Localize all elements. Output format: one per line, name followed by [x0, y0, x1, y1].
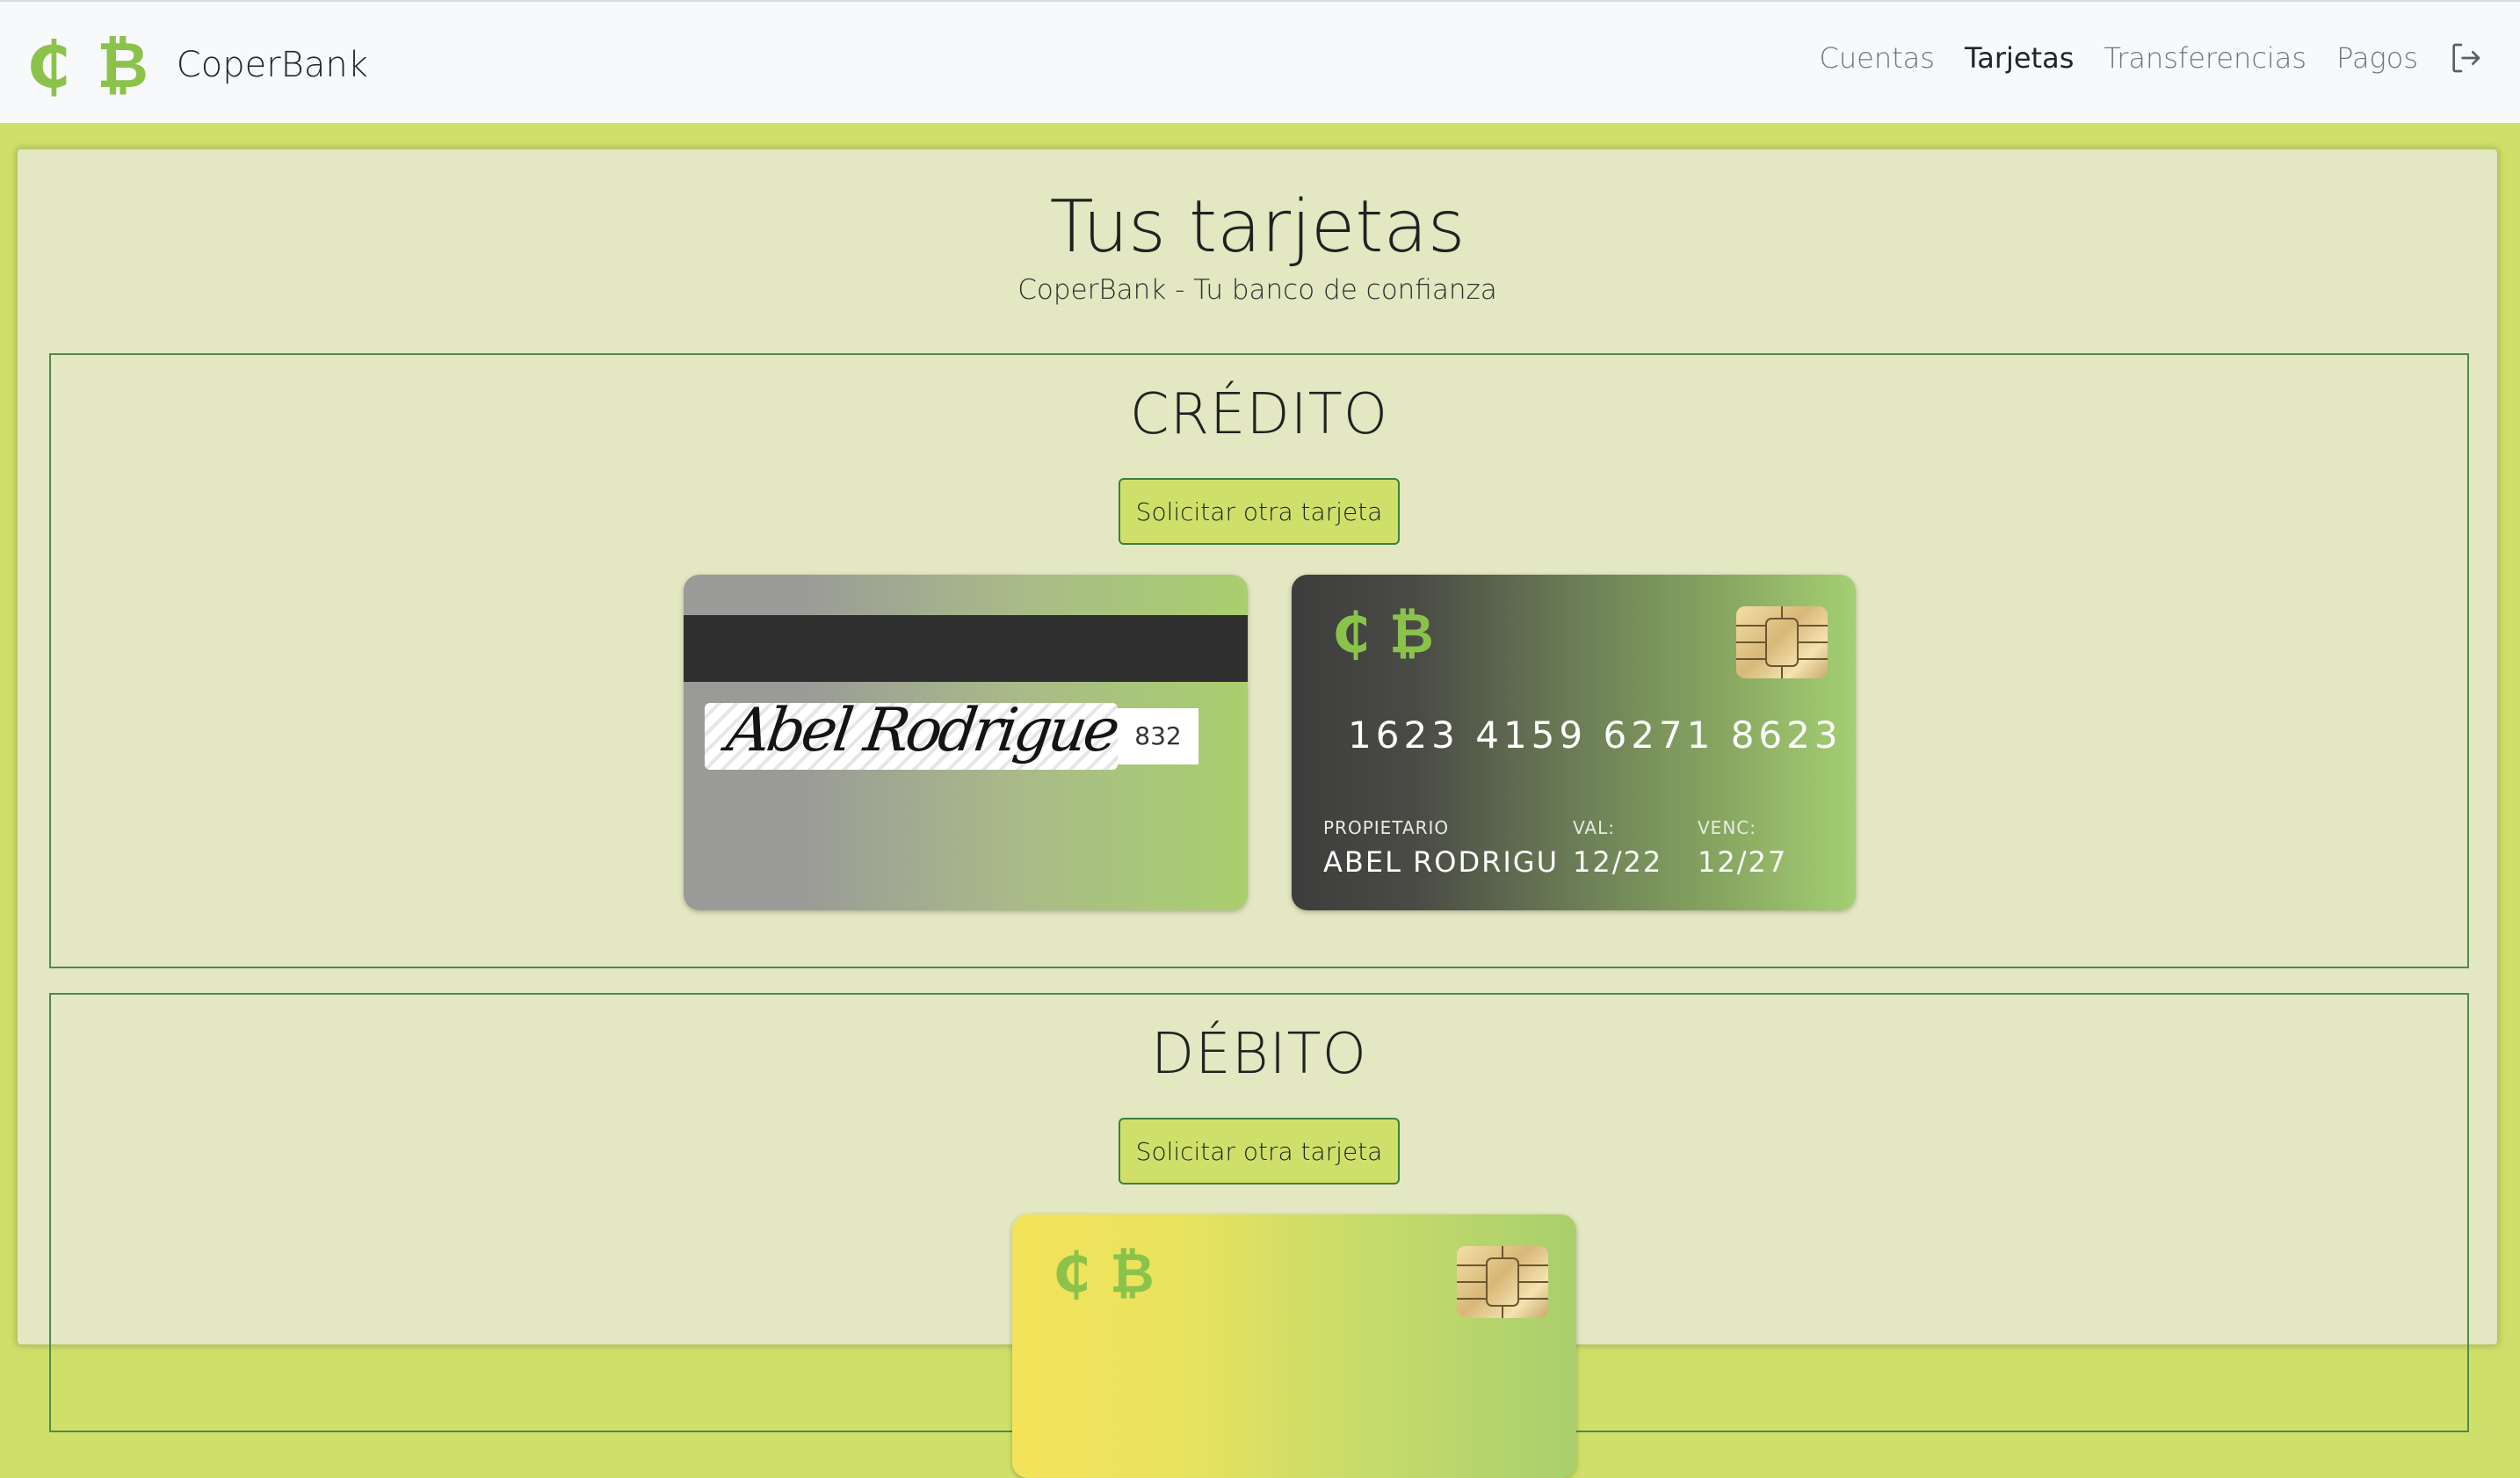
- page-subtitle: CoperBank - Tu banco de confianza: [1017, 274, 1497, 306]
- magnetic-stripe: [684, 615, 1248, 682]
- card-expiry-label: VENC:: [1698, 817, 1756, 838]
- card-logo: ₵ ₿: [1332, 606, 1460, 661]
- cedi-icon: ₵: [1053, 1241, 1091, 1305]
- card-valid-label: VAL:: [1573, 817, 1615, 838]
- request-credit-card-button[interactable]: Solicitar otra tarjeta: [1119, 478, 1400, 545]
- nav-link-transferencias[interactable]: Transferencias: [2104, 41, 2306, 75]
- request-debit-card-button[interactable]: Solicitar otra tarjeta: [1119, 1118, 1400, 1185]
- card-number: 1623 4159 6271 8623: [1348, 714, 1843, 757]
- card-expiry: 12/27: [1698, 845, 1788, 879]
- logout-icon[interactable]: [2448, 40, 2483, 76]
- bitcoin-icon: ₿: [97, 28, 148, 102]
- credit-section-title: CRÉDITO: [1129, 382, 1389, 447]
- page-title: Tus tarjetas: [1049, 185, 1466, 269]
- card-owner-label: PROPIETARIO: [1323, 817, 1450, 838]
- debit-section-title: DÉBITO: [1151, 1022, 1367, 1087]
- card-signature: Abel Rodrigue: [722, 696, 1121, 765]
- brand[interactable]: ₵ ₿ CoperBank: [26, 30, 368, 100]
- card-valid: 12/22: [1573, 845, 1663, 879]
- navbar: ₵ ₿ CoperBank Cuentas Tarjetas Transfere…: [0, 0, 2520, 123]
- bitcoin-icon: ₿: [1389, 601, 1434, 665]
- signature-strip: Abel Rodrigue: [705, 696, 1120, 770]
- nav-links: Cuentas Tarjetas Transferencias Pagos: [1790, 35, 2483, 81]
- debit-card-front[interactable]: ₵ ₿: [1012, 1214, 1576, 1478]
- main-panel: Tus tarjetas CoperBank - Tu banco de con…: [18, 149, 2497, 1478]
- nav-link-pagos[interactable]: Pagos: [2336, 41, 2418, 75]
- bitcoin-icon: ₿: [1110, 1241, 1155, 1305]
- nav-link-cuentas[interactable]: Cuentas: [1820, 41, 1935, 75]
- card-owner: ABEL RODRIGU: [1323, 845, 1560, 879]
- card-cvv: 832: [1118, 708, 1198, 764]
- nav-link-tarjetas[interactable]: Tarjetas: [1965, 41, 2074, 75]
- cedi-icon: ₵: [26, 28, 71, 102]
- card-logo: ₵ ₿: [1053, 1246, 1181, 1300]
- card-chip-icon: [1736, 606, 1828, 678]
- brand-name[interactable]: CoperBank: [177, 45, 368, 85]
- credit-card-back[interactable]: Abel Rodrigue 832: [684, 575, 1248, 910]
- credit-section: CRÉDITO Solicitar otra tarjeta Abel Rodr…: [49, 353, 2469, 968]
- credit-card-front[interactable]: ₵ ₿ 1623 4159 6271 8623 PROPIETARIO VAL:…: [1292, 575, 1856, 910]
- debit-section: DÉBITO Solicitar otra tarjeta ₵ ₿: [49, 993, 2469, 1478]
- card-chip-icon: [1457, 1246, 1548, 1318]
- cedi-icon: ₵: [1332, 601, 1371, 665]
